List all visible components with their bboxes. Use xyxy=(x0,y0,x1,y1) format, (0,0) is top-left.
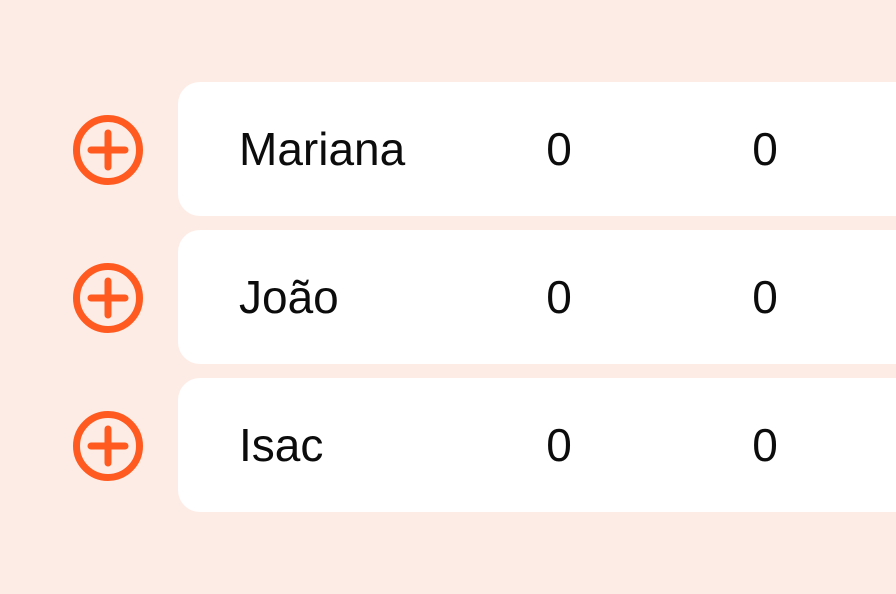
player-value-2: 0 xyxy=(752,419,778,471)
player-name: João xyxy=(239,271,339,323)
plus-circle-icon xyxy=(73,263,143,333)
add-button[interactable] xyxy=(73,263,143,333)
player-list: Mariana 0 0 João 0 0 Isac 0 0 xyxy=(0,82,896,526)
add-button[interactable] xyxy=(73,115,143,185)
player-value-2: 0 xyxy=(752,123,778,175)
list-item: Mariana 0 0 xyxy=(0,82,896,216)
player-value-1: 0 xyxy=(546,271,572,323)
list-item: Isac 0 0 xyxy=(0,378,896,512)
player-name: Mariana xyxy=(239,123,406,175)
player-name: Isac xyxy=(239,419,324,471)
add-button[interactable] xyxy=(73,411,143,481)
player-card[interactable]: Mariana 0 0 xyxy=(178,82,896,216)
player-card[interactable]: Isac 0 0 xyxy=(178,378,896,512)
plus-circle-icon xyxy=(73,411,143,481)
plus-circle-icon xyxy=(73,115,143,185)
player-card[interactable]: João 0 0 xyxy=(178,230,896,364)
player-value-1: 0 xyxy=(546,419,572,471)
list-item: João 0 0 xyxy=(0,230,896,364)
player-value-1: 0 xyxy=(546,123,572,175)
player-value-2: 0 xyxy=(752,271,778,323)
